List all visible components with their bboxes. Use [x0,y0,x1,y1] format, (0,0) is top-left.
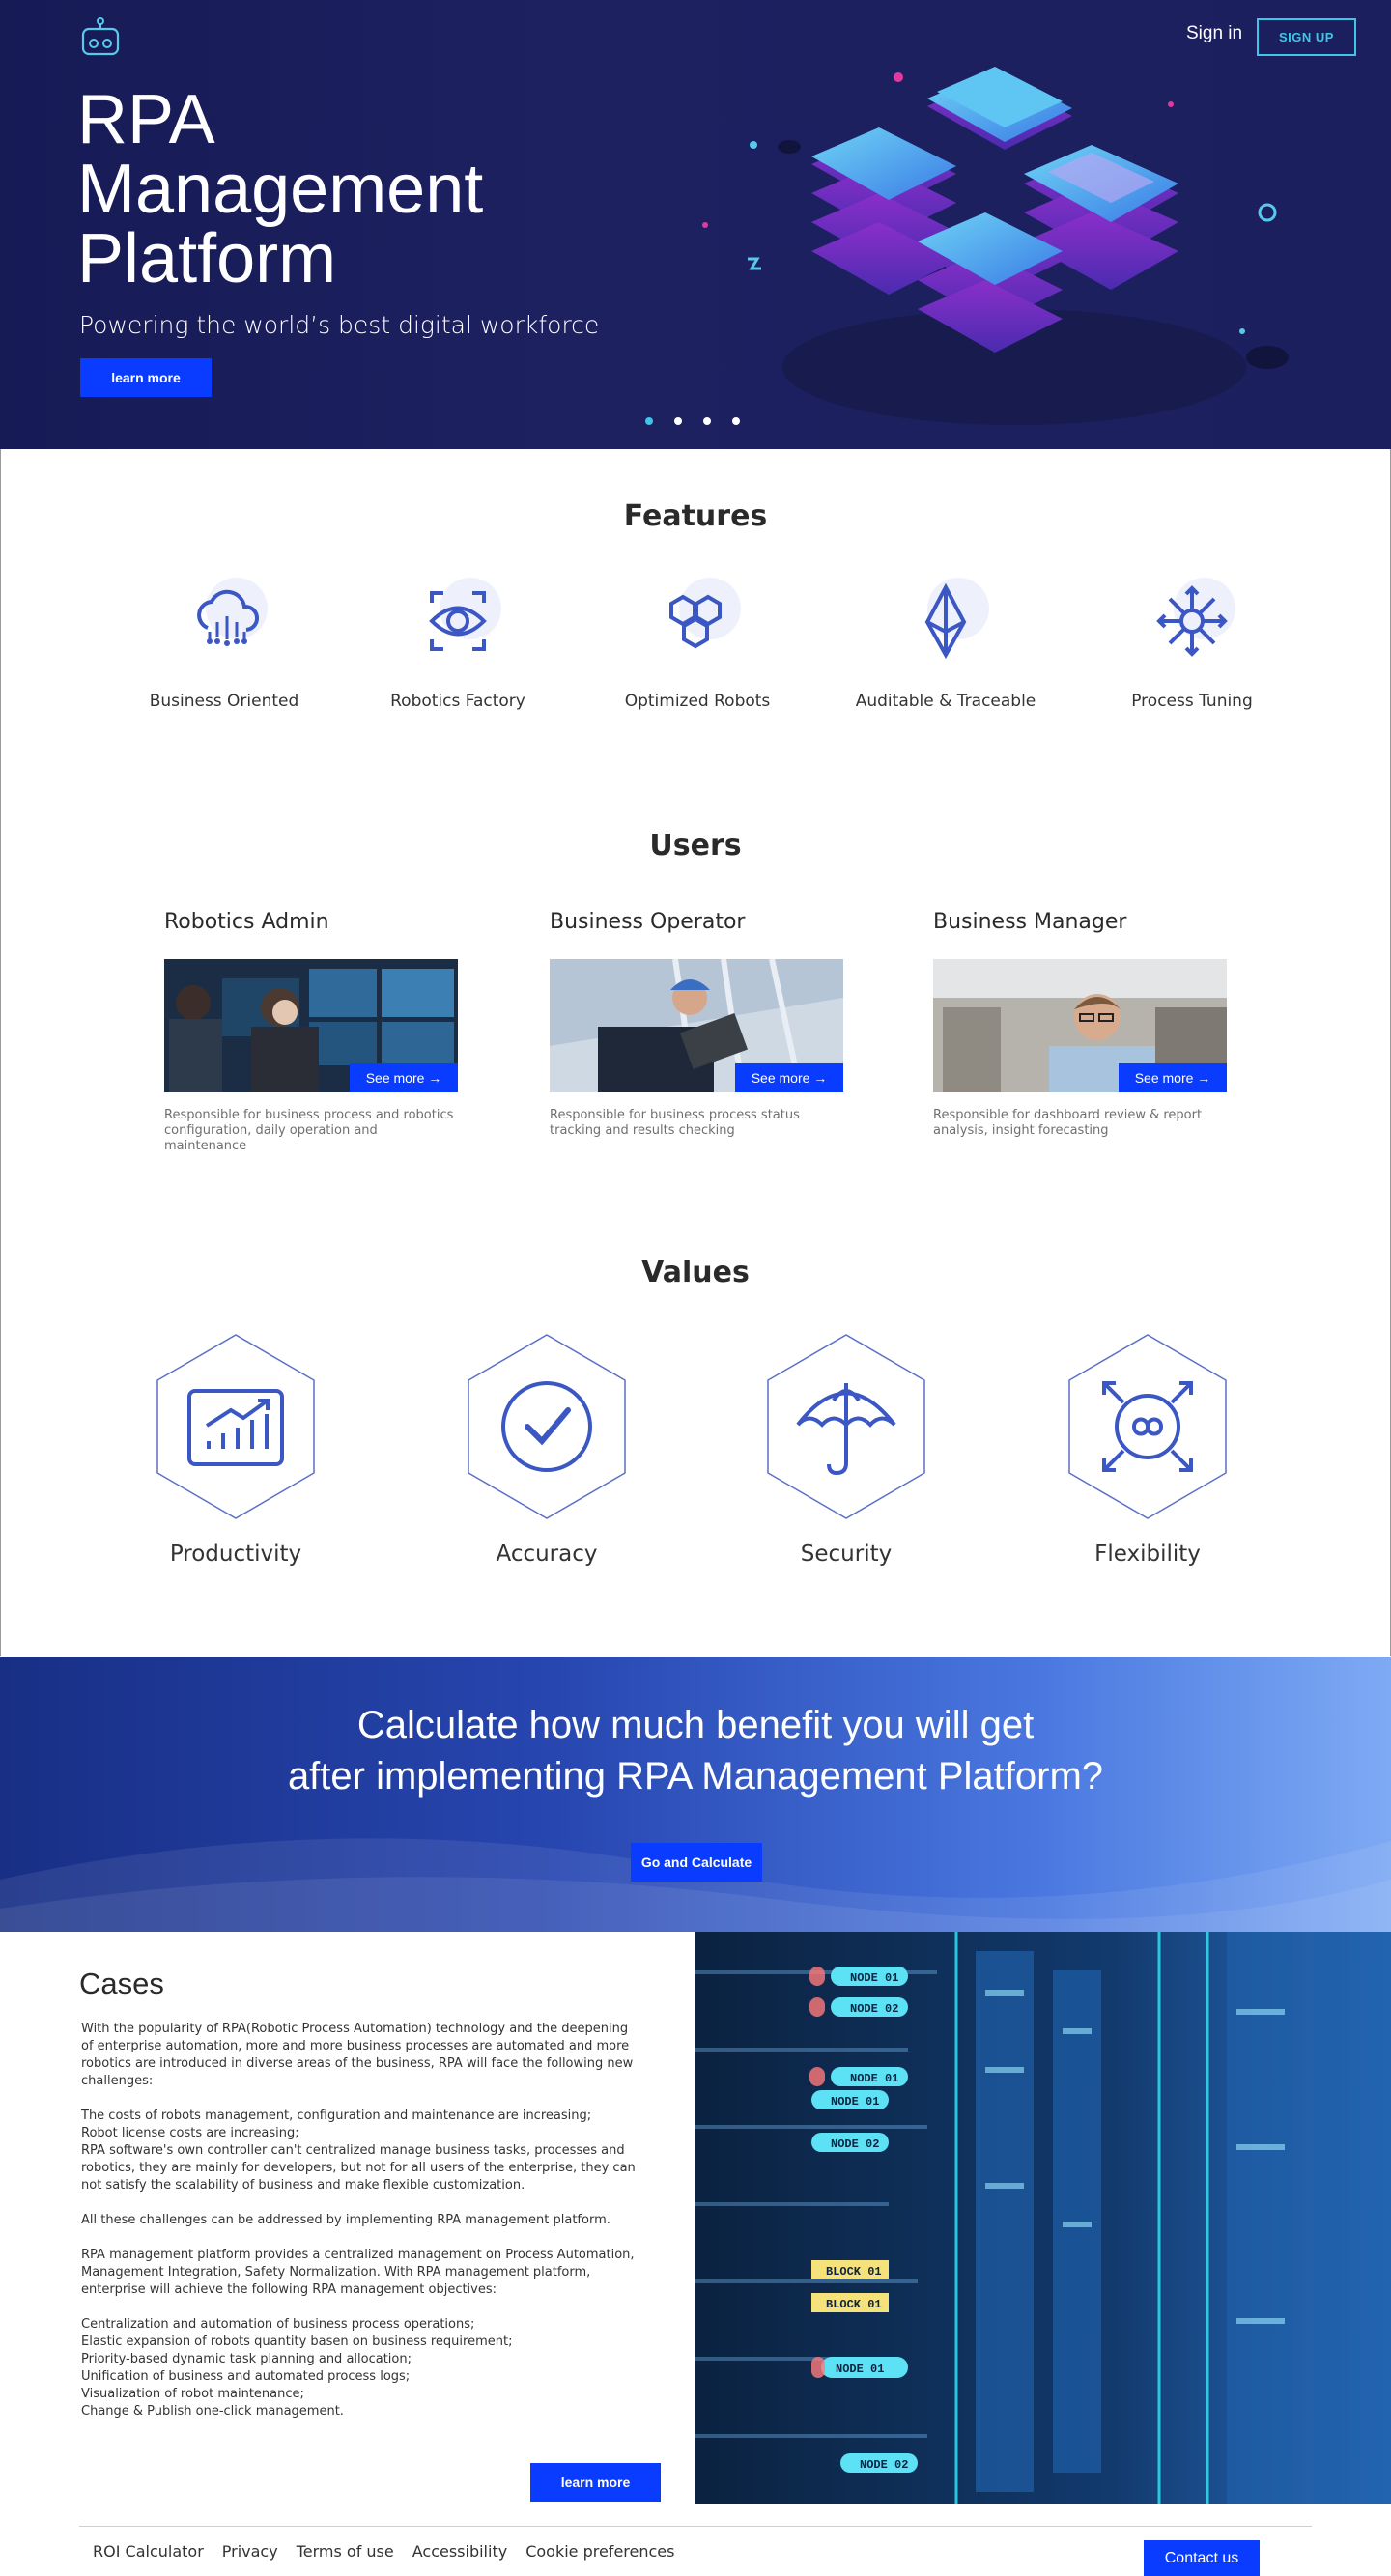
users-title: Users [649,829,742,863]
cases-paragraph: RPA management platform provides a centr… [81,2248,635,2297]
block-stack-back [927,67,1072,150]
block-stack-left [811,127,956,295]
go-and-calculate-button[interactable]: Go and Calculate [631,1843,762,1882]
check-circle-icon [468,1334,626,1519]
calculator-title-line: Calculate how much benefit you will get [356,1704,1035,1746]
image-node-label: NODE 01 [850,2072,898,2085]
see-more-button[interactable]: See more → [735,1063,843,1092]
feature-optimized-robots[interactable]: Optimized Robots [601,578,794,711]
image-node-label: NODE 01 [836,2363,884,2376]
hub-arrows-icon [1156,585,1228,657]
growth-chart-icon [156,1334,315,1519]
image-node-label: NODE 01 [850,1971,898,1985]
user-description: Responsible for business process status … [550,1108,800,1138]
feature-business-oriented[interactable]: Business Oriented [128,578,321,711]
value-label: Productivity [169,1542,302,1567]
feature-label: Robotics Factory [390,692,525,711]
hero-subtitle: Powering the world’s best digital workfo… [79,311,600,339]
values-title: Values [641,1256,750,1289]
value-flexibility: Flexibility [1051,1333,1244,1567]
image-block-label: BLOCK 01 [826,2298,882,2311]
data-center-code-image: NODE 01 NODE 02 NODE 01 NODE 01 NODE 02 … [696,1932,1391,2504]
hexagon-cluster-icon [669,594,722,649]
cases-paragraph: The costs of robots management, configur… [81,2109,636,2193]
calculator-banner: Calculate how much benefit you will get … [0,1657,1391,1932]
value-productivity: Productivity [139,1333,332,1567]
user-name: Business Operator [550,910,746,934]
calculator-title: Calculate how much benefit you will get … [0,1700,1391,1802]
server-blocks-illustration [702,67,1289,425]
value-security: Security [750,1333,943,1567]
feature-label: Auditable & Traceable [855,692,1036,711]
business-manager-photo: See more → [933,959,1227,1092]
footer-divider [79,2526,1312,2527]
image-node-label: NODE 02 [831,2137,879,2151]
ethereum-diamond-icon [924,582,967,660]
carousel-dot[interactable] [732,417,740,425]
hero-title: RPA Management Platform [77,81,484,297]
footer-link-terms[interactable]: Terms of use [297,2542,394,2561]
cases-title: Cases [79,1967,164,2000]
image-block-label: BLOCK 01 [826,2265,882,2279]
value-label: Accuracy [496,1542,598,1567]
see-more-button[interactable]: See more → [1119,1063,1227,1092]
business-operator-photo: See more → [550,959,843,1092]
user-card-business-manager: Business Manager See more → Responsible … [933,910,1233,1139]
umbrella-icon [767,1334,925,1519]
cloud-network-icon [197,589,259,646]
user-name: Business Manager [933,910,1127,934]
footer-link-accessibility[interactable]: Accessibility [412,2542,507,2561]
feature-process-tuning[interactable]: Process Tuning [1095,578,1289,711]
hero-learn-more-button[interactable]: learn more [80,358,212,397]
contact-us-button[interactable]: Contact us [1144,2540,1260,2576]
eye-scan-icon [429,591,487,651]
features-title: Features [623,499,768,533]
user-name: Robotics Admin [164,910,329,934]
feature-label: Process Tuning [1131,692,1253,711]
value-label: Security [800,1542,893,1567]
feature-label: Optimized Robots [624,692,771,711]
user-description: Responsible for business process and rob… [164,1108,454,1153]
image-node-label: NODE 02 [860,2458,908,2472]
footer-link-cookie-preferences[interactable]: Cookie preferences [525,2542,674,2561]
image-node-label: NODE 02 [850,2002,898,2016]
value-accuracy: Accuracy [450,1333,643,1567]
cases-paragraph: All these challenges can be addressed by… [81,2213,610,2227]
cases-learn-more-button[interactable]: learn more [530,2463,661,2502]
hero-banner: Sign in SIGN UP RPA Management Platform … [0,0,1391,449]
user-card-robotics-admin: Robotics Admin See more → Responsible fo… [164,910,464,1154]
user-description: Responsible for dashboard review & repor… [933,1108,1203,1138]
robot-logo-icon[interactable] [79,15,122,58]
footer-link-roi-calculator[interactable]: ROI Calculator [93,2542,204,2561]
user-card-business-operator: Business Operator See more → Responsible… [550,910,849,1139]
feature-robotics-factory[interactable]: Robotics Factory [361,578,554,711]
carousel-dot[interactable] [674,417,682,425]
cases-paragraph: Centralization and automation of busines… [81,2317,513,2419]
see-more-button[interactable]: See more → [350,1063,458,1092]
cases-text: With the popularity of RPA(Robotic Proce… [81,2021,641,2438]
calculator-title-line: after implementing RPA Management Platfo… [287,1755,1104,1798]
value-label: Flexibility [1094,1542,1201,1567]
carousel-dot[interactable] [703,417,711,425]
infinity-arrows-icon [1068,1334,1227,1519]
feature-label: Business Oriented [149,692,299,711]
feature-auditable-traceable[interactable]: Auditable & Traceable [849,578,1042,711]
cases-paragraph: With the popularity of RPA(Robotic Proce… [81,2022,634,2088]
carousel-dots [645,417,740,425]
robotics-admin-photo: See more → [164,959,458,1092]
footer-links: ROI Calculator Privacy Terms of use Acce… [93,2542,693,2561]
footer-link-privacy[interactable]: Privacy [222,2542,278,2561]
image-node-label: NODE 01 [831,2095,879,2109]
sign-in-link[interactable]: Sign in [1186,23,1242,44]
carousel-dot[interactable] [645,417,653,425]
